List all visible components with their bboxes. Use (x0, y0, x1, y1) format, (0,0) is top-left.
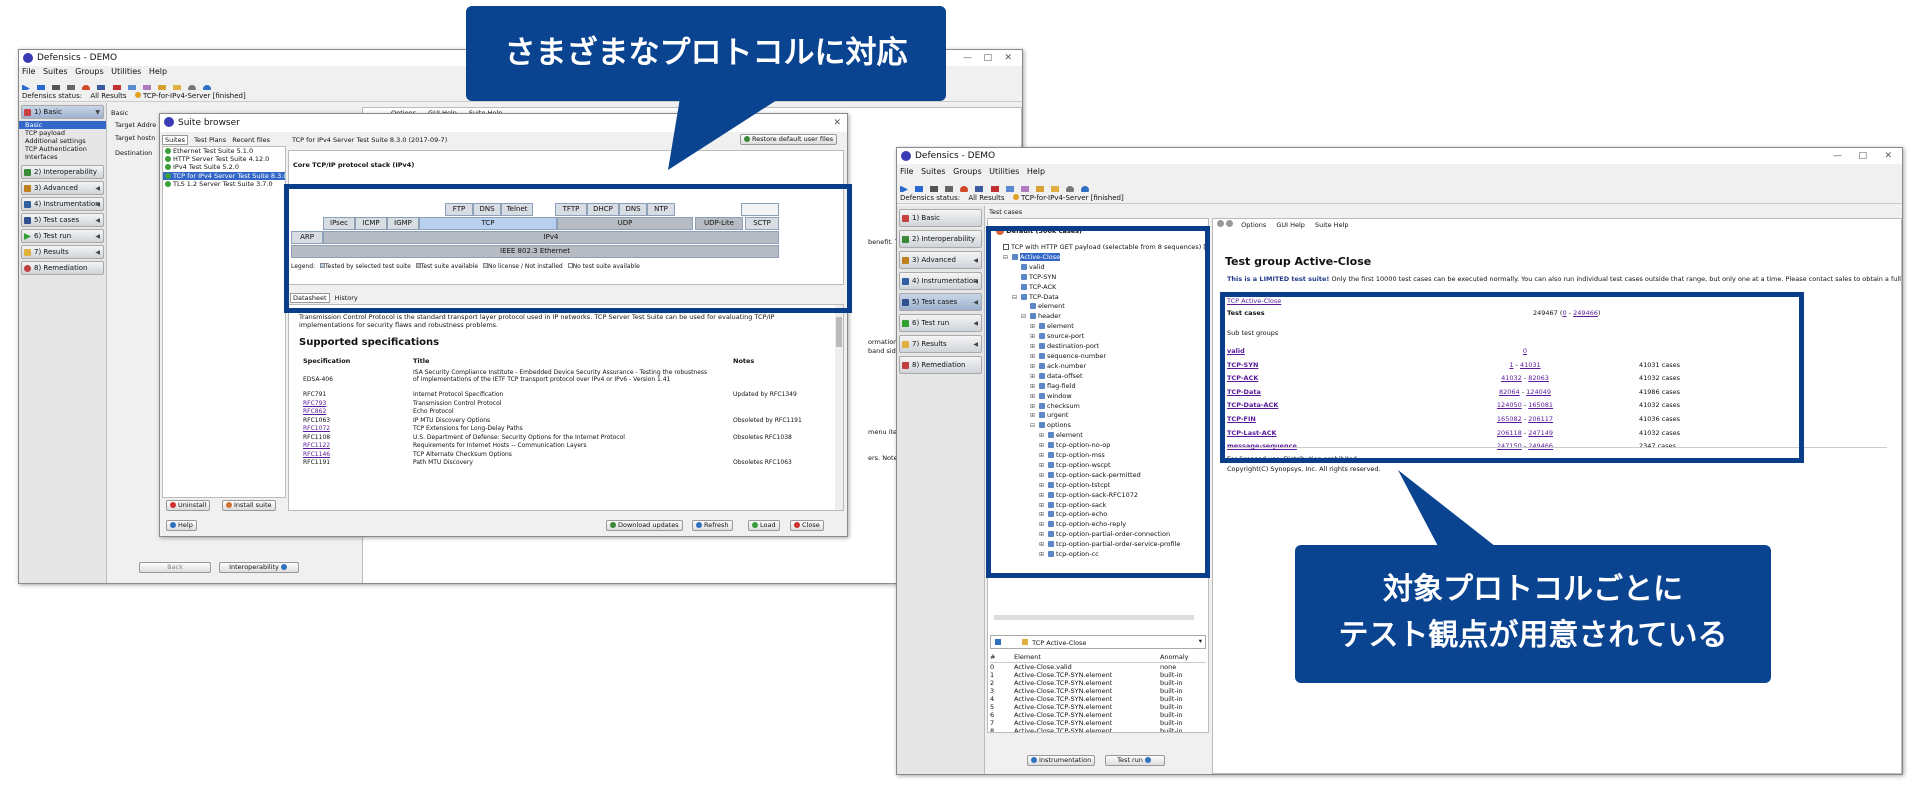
bottom-callout: 対象プロトコルごとに テスト観点が用意されている (1295, 545, 1771, 683)
top-callout-text: さまざまなプロトコルに対応 (504, 35, 908, 71)
top-callout: さまざまなプロトコルに対応 (466, 6, 946, 101)
bottom-callout-line1: 対象プロトコルごとに (1383, 572, 1683, 607)
bottom-callout-tail (1398, 470, 1500, 550)
bottom-callout-line2: テスト観点が用意されている (1338, 618, 1728, 653)
top-callout-tail (668, 98, 780, 170)
